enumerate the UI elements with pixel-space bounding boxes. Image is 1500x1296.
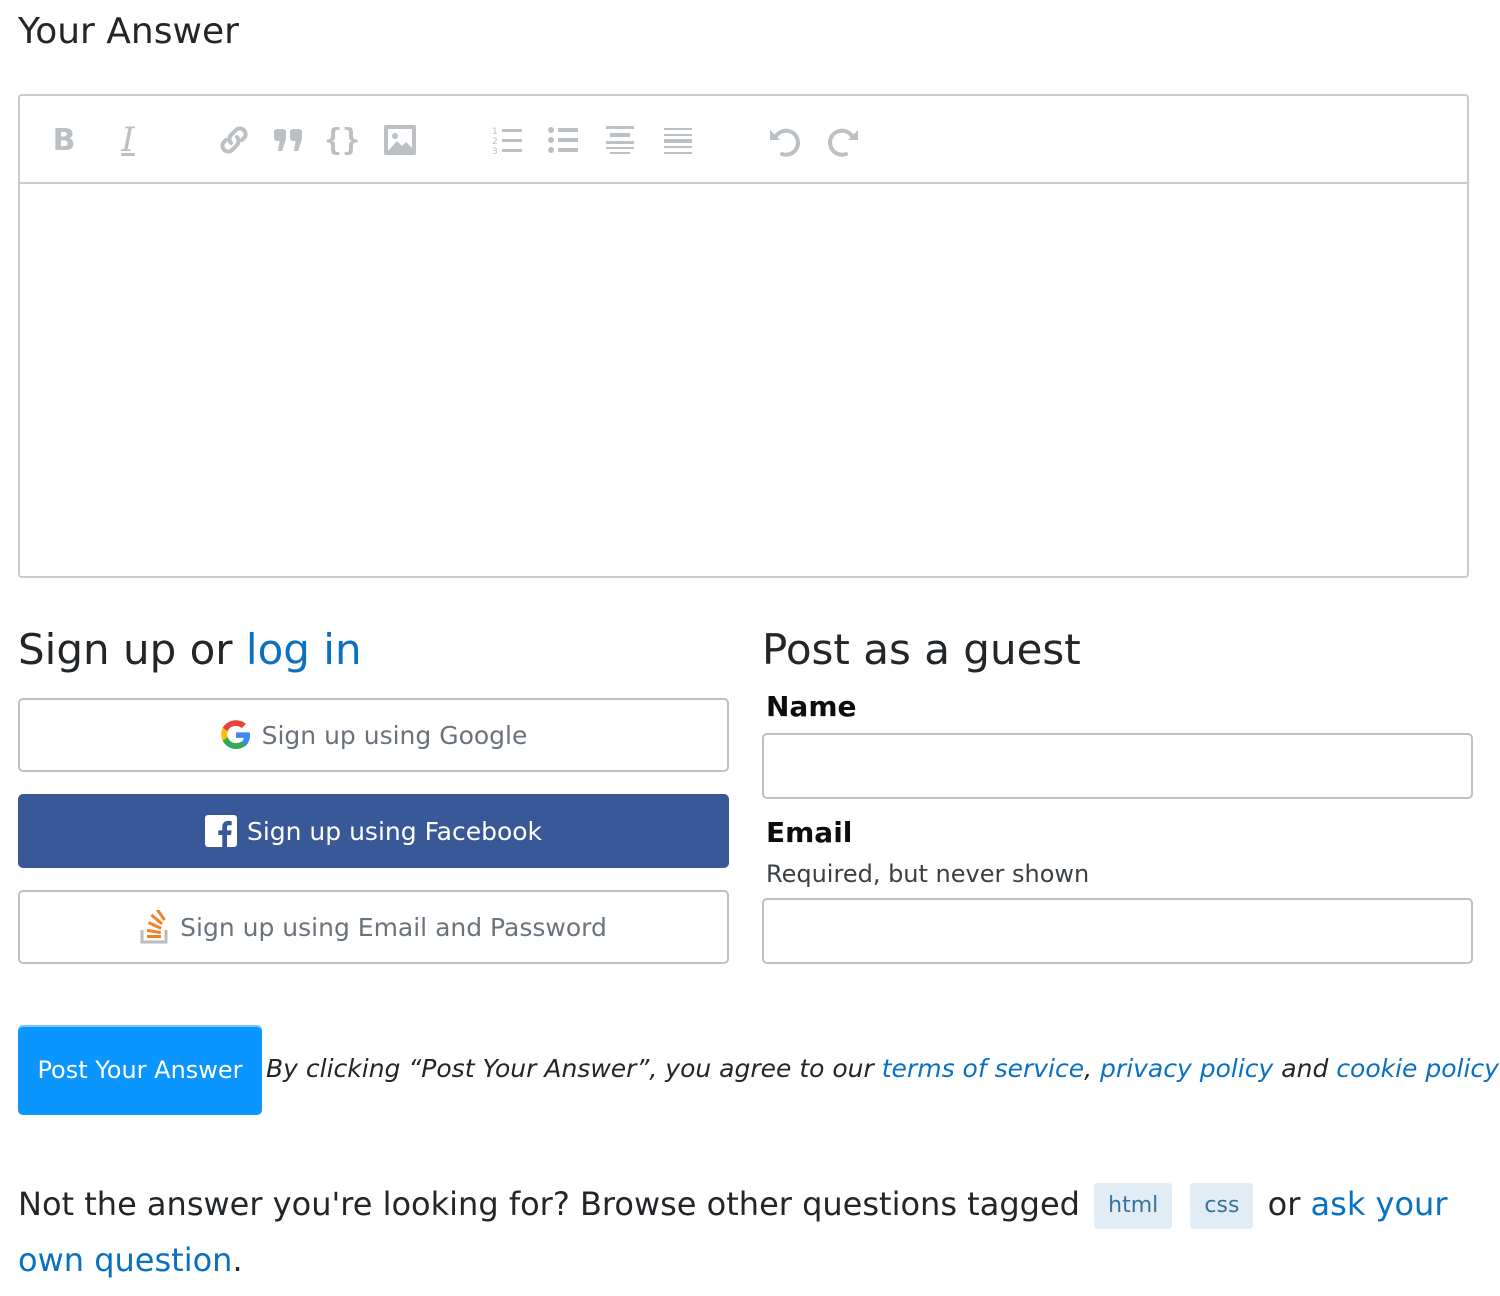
login-link[interactable]: log in: [246, 625, 362, 674]
answer-editor: B I {} 123: [18, 94, 1469, 578]
svg-text:1: 1: [492, 127, 498, 137]
terms-and: and: [1273, 1054, 1337, 1083]
cookie-policy-link[interactable]: cookie policy: [1336, 1054, 1499, 1083]
post-answer-button[interactable]: Post Your Answer: [18, 1025, 262, 1115]
browse-other-questions: Not the answer you're looking for? Brows…: [18, 1176, 1478, 1288]
numbered-list-icon: 123: [492, 125, 524, 155]
browse-prefix: Not the answer you're looking for? Brows…: [18, 1185, 1091, 1223]
code-button[interactable]: {}: [320, 118, 364, 162]
link-icon: [217, 123, 251, 157]
bold-button[interactable]: B: [42, 118, 86, 162]
code-braces-icon: {}: [323, 122, 361, 158]
bulleted-list-button[interactable]: [542, 118, 586, 162]
signup-facebook-label: Sign up using Facebook: [246, 816, 543, 846]
terms-prefix: By clicking “Post Your Answer”, you agre…: [266, 1054, 882, 1083]
undo-icon: [768, 122, 804, 158]
signup-title: Sign up or log in: [18, 622, 362, 678]
browse-suffix: .: [232, 1241, 243, 1279]
signup-google-button[interactable]: Sign up using Google: [18, 698, 729, 772]
signup-title-text: Sign up or: [18, 625, 246, 674]
redo-button[interactable]: [820, 118, 864, 162]
terms-of-service-link[interactable]: terms of service: [882, 1054, 1084, 1083]
ordered-list-button[interactable]: 123: [486, 118, 530, 162]
heading-icon: [604, 124, 636, 156]
facebook-icon: [204, 815, 237, 847]
tag-html[interactable]: html: [1094, 1183, 1173, 1229]
signup-email-button[interactable]: Sign up using Email and Password: [18, 890, 729, 964]
italic-icon: I: [121, 120, 135, 160]
image-button[interactable]: [378, 118, 422, 162]
signup-facebook-button[interactable]: Sign up using Facebook: [18, 794, 729, 868]
stackoverflow-icon: [140, 910, 170, 944]
privacy-policy-link[interactable]: privacy policy: [1100, 1054, 1273, 1083]
terms-notice: By clicking “Post Your Answer”, you agre…: [266, 1054, 1499, 1083]
google-icon: [220, 719, 252, 751]
answer-textarea[interactable]: [20, 184, 1467, 576]
signup-google-label: Sign up using Google: [261, 720, 528, 750]
tag-css[interactable]: css: [1190, 1183, 1254, 1229]
name-label: Name: [766, 690, 857, 723]
svg-text:2: 2: [492, 137, 498, 147]
bulleted-list-icon: [548, 125, 580, 155]
link-button[interactable]: [212, 118, 256, 162]
email-label: Email: [766, 816, 853, 849]
svg-text:3: 3: [492, 147, 498, 155]
horizontal-rule-button[interactable]: [656, 118, 700, 162]
editor-toolbar: B I {} 123: [20, 96, 1467, 184]
terms-comma: ,: [1084, 1054, 1101, 1083]
email-description: Required, but never shown: [766, 860, 1090, 888]
quote-icon: [272, 125, 304, 155]
heading-button[interactable]: [598, 118, 642, 162]
bold-icon: B: [52, 122, 76, 158]
redo-icon: [824, 122, 860, 158]
email-field[interactable]: [762, 898, 1473, 964]
your-answer-title: Your Answer: [18, 11, 239, 52]
blockquote-button[interactable]: [266, 118, 310, 162]
italic-button[interactable]: I: [106, 118, 150, 162]
guest-title: Post as a guest: [762, 625, 1081, 674]
horizontal-rule-icon: [662, 124, 694, 156]
image-icon: [383, 124, 417, 156]
name-field[interactable]: [762, 733, 1473, 799]
browse-or: or: [1257, 1185, 1311, 1223]
undo-button[interactable]: [764, 118, 808, 162]
signup-email-label: Sign up using Email and Password: [180, 912, 607, 942]
